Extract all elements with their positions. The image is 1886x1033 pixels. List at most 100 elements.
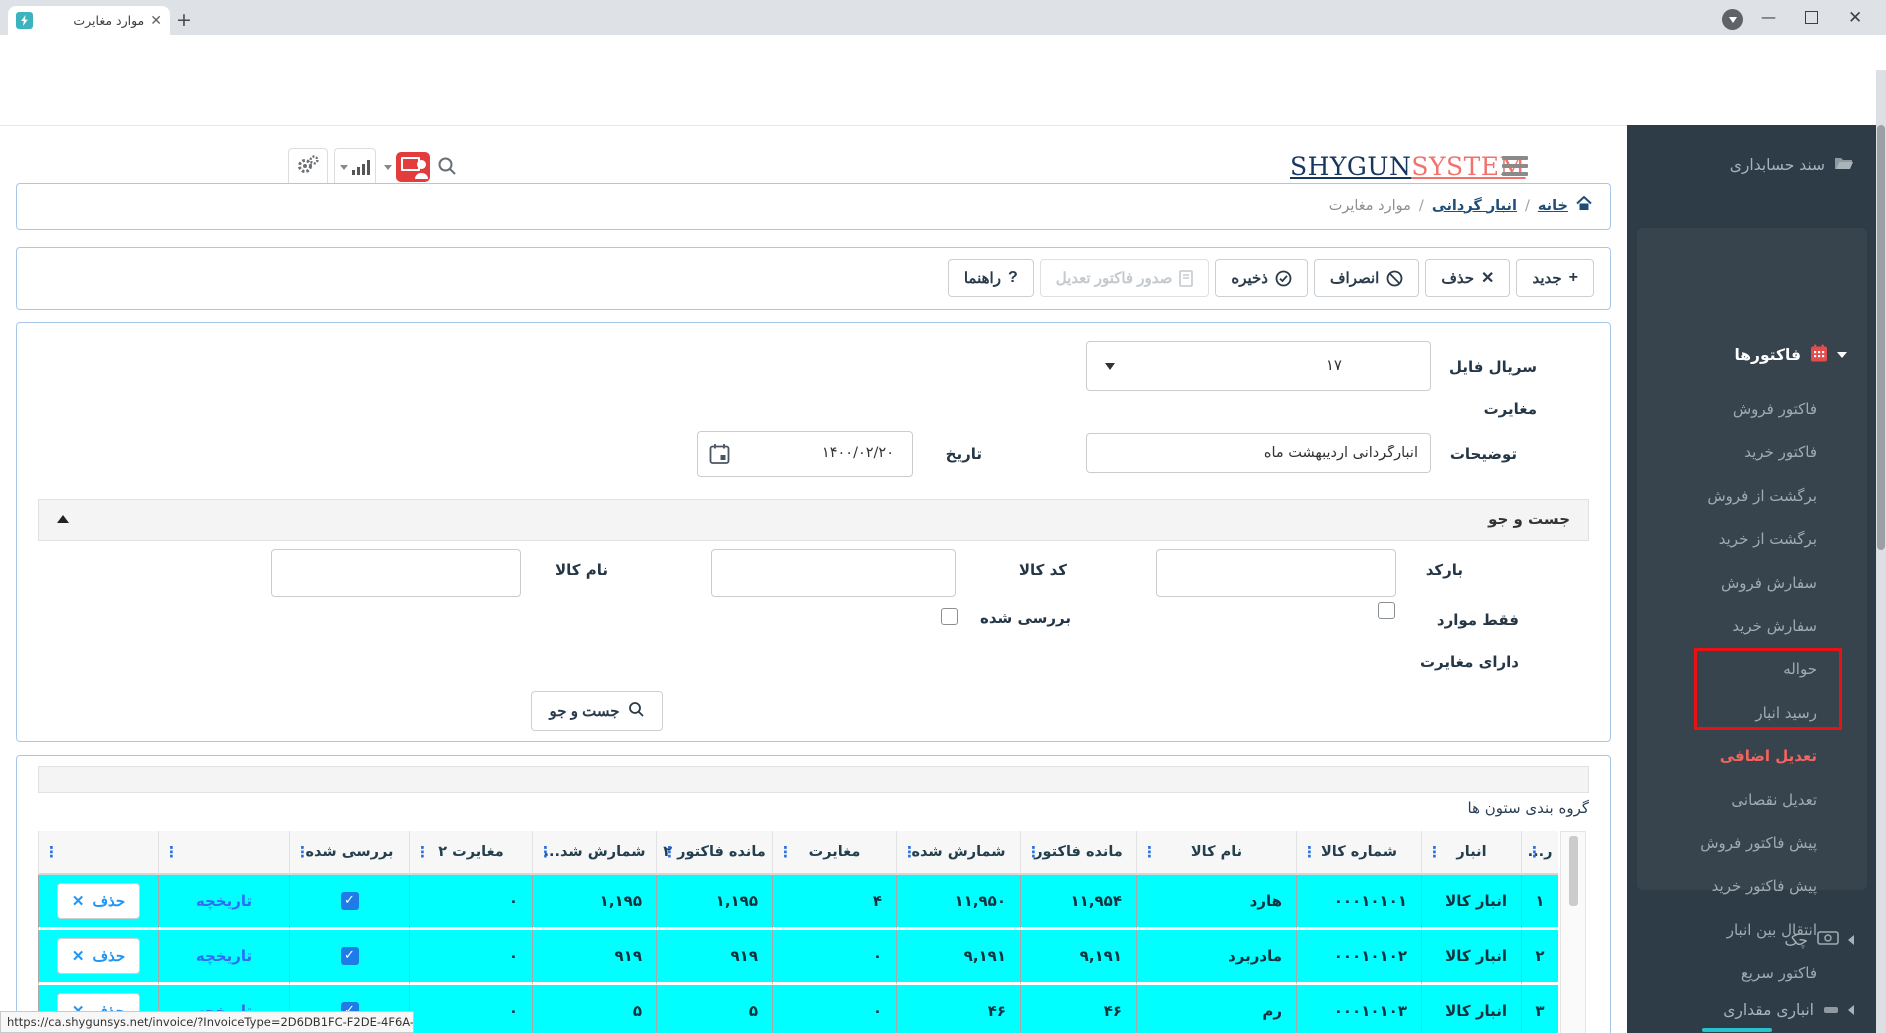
column-header-history[interactable]: ⋮ [158, 831, 289, 875]
sidebar-item-4[interactable]: سفارش فروش [1721, 574, 1817, 592]
column-header-remain2[interactable]: ⋮مانده فاکتور ۲ [656, 831, 772, 875]
item-code-input[interactable] [711, 549, 956, 597]
delete-button[interactable]: ✕حذف [1425, 259, 1510, 297]
date-label: تاریخ [922, 445, 982, 463]
sidebar-item-accounting-doc[interactable]: سند حسابداری [1627, 150, 1876, 180]
cell-remain2: ۹۱۹ [656, 930, 772, 985]
column-header-name[interactable]: ⋮نام کالا [1136, 831, 1296, 875]
description-label: توضیحات [1437, 445, 1517, 463]
calendar-icon[interactable] [709, 443, 730, 469]
cell-remain: ۹,۱۹۱ [1020, 930, 1136, 985]
column-header-reviewed[interactable]: ⋮بررسی شده [289, 831, 409, 875]
reviewed-checkbox[interactable] [941, 608, 958, 625]
sidebar-item-13[interactable]: فاکتور سریع [1741, 964, 1817, 982]
help-button[interactable]: ?راهنما [948, 259, 1034, 297]
cell-diff: ۰ [772, 930, 896, 985]
sidebar-item-3[interactable]: برگشت از خرید [1719, 530, 1817, 548]
window-minimize-button[interactable]: — [1761, 8, 1776, 26]
sidebar: سند حسابداری فاکتورها فاکتور فروش فاکتور … [1627, 125, 1876, 1033]
column-menu-icon[interactable]: ⋮ [164, 843, 179, 861]
remote-support-dropdown-button[interactable] [382, 148, 432, 186]
new-tab-button[interactable]: + [176, 9, 192, 31]
window-close-button[interactable]: ✕ [1848, 8, 1862, 28]
row-delete-button[interactable]: حذف✕ [57, 883, 140, 919]
search-section-header[interactable]: جست و جو [38, 499, 1589, 541]
save-button[interactable]: ذخیره [1215, 259, 1308, 297]
column-menu-icon[interactable]: ⋮ [1302, 843, 1317, 861]
reviewed-checkbox-checked[interactable]: ✓ [341, 947, 359, 965]
column-header-counted2[interactable]: ⋮شمارش شد... [532, 831, 656, 875]
sidebar-item-8[interactable]: تعدیل اضافی [1720, 747, 1817, 765]
column-header-store[interactable]: ⋮انبار [1421, 831, 1521, 875]
column-header-del[interactable]: ⋮ [38, 831, 158, 875]
item-name-input[interactable] [271, 549, 521, 597]
sidebar-item-quantity-inventory[interactable]: انباری مقداری [1627, 995, 1876, 1025]
column-header-diff2[interactable]: ⋮مغایرت ۲ [409, 831, 532, 875]
column-menu-icon[interactable]: ⋮ [1427, 843, 1442, 861]
column-menu-icon[interactable]: ⋮ [1527, 843, 1542, 861]
cell-diff2: ۰ [409, 930, 532, 985]
column-header-code[interactable]: ⋮شماره کالا [1296, 831, 1421, 875]
barcode-input[interactable] [1156, 549, 1396, 597]
column-menu-icon[interactable]: ⋮ [902, 843, 917, 861]
window-maximize-button[interactable] [1805, 11, 1818, 24]
date-value: ۱۴۰۰/۰۲/۲۰ [822, 445, 894, 461]
column-menu-icon[interactable]: ⋮ [1026, 843, 1041, 861]
sidebar-group-invoices[interactable]: فاکتورها [1637, 340, 1867, 370]
sidebar-item-cheque[interactable]: ۱ چک [1627, 925, 1876, 955]
tab-close-icon[interactable]: ✕ [150, 13, 162, 29]
sidebar-item-11[interactable]: پیش فاکتور خرید [1712, 877, 1817, 895]
sidebar-item-10[interactable]: پیش فاکتور فروش [1700, 834, 1817, 852]
search-button[interactable]: جست و جو [531, 691, 663, 731]
sidebar-item-5[interactable]: سفارش خرید [1732, 617, 1817, 635]
column-menu-icon[interactable]: ⋮ [778, 843, 793, 861]
page-scrollbar[interactable] [1876, 70, 1886, 1033]
settings-button[interactable] [288, 148, 328, 186]
browser-tab[interactable]: موارد مغایرت ✕ [8, 6, 170, 35]
only-diff-label: فقط موارد دارای مغایرت [1401, 599, 1519, 683]
column-menu-icon[interactable]: ⋮ [538, 843, 553, 861]
issue-adjustment-invoice-button[interactable]: صدور فاکتور تعدیل [1040, 259, 1210, 297]
description-input[interactable] [1086, 433, 1431, 473]
row-delete-button[interactable]: حذف✕ [57, 938, 140, 974]
header-search-icon[interactable] [437, 156, 457, 180]
reviewed-checkbox-checked[interactable]: ✓ [341, 892, 359, 910]
history-link[interactable]: تاریخچه [196, 892, 252, 910]
browser-update-icon[interactable] [1722, 9, 1743, 30]
app-logo[interactable]: SHYGUNSYSTEM [1290, 152, 1485, 181]
column-header-rownum[interactable]: ⋮ر... [1521, 831, 1558, 875]
collapse-triangle-icon[interactable] [57, 515, 69, 523]
sidebar-item-9[interactable]: تعدیل نقصانی [1731, 791, 1817, 809]
breadcrumb-home-link[interactable]: خانه [1538, 198, 1568, 214]
home-icon[interactable] [1576, 196, 1592, 215]
hamburger-menu-icon[interactable] [1502, 156, 1528, 180]
cell-rownum: ۲ [1521, 930, 1558, 985]
sidebar-item-1[interactable]: فاکتور خرید [1744, 443, 1817, 461]
column-menu-icon[interactable]: ⋮ [662, 843, 677, 861]
sidebar-item-2[interactable]: برگشت از فروش [1707, 487, 1817, 505]
column-header-remain[interactable]: ⋮مانده فاکتور [1020, 831, 1136, 875]
cancel-button[interactable]: انصراف [1314, 259, 1419, 297]
only-diff-checkbox[interactable] [1378, 602, 1395, 619]
serial-file-select[interactable]: ۱۷ [1086, 341, 1431, 391]
sidebar-item-0[interactable]: فاکتور فروش [1733, 400, 1817, 418]
group-panel-label[interactable]: گروه بندی ستون ها [1017, 799, 1589, 817]
column-menu-icon[interactable]: ⋮ [1142, 843, 1157, 861]
date-input[interactable]: ۱۴۰۰/۰۲/۲۰ [697, 431, 913, 477]
column-menu-icon[interactable]: ⋮ [295, 843, 310, 861]
column-menu-icon[interactable]: ⋮ [415, 843, 430, 861]
grid-scrollbar[interactable] [1560, 831, 1586, 1033]
column-menu-icon[interactable]: ⋮ [44, 843, 59, 861]
column-label: شمارش شد... [544, 844, 646, 860]
scrollbar-thumb[interactable] [1877, 125, 1885, 550]
new-button[interactable]: +جدید [1516, 259, 1594, 297]
column-header-diff[interactable]: ⋮مغایرت [772, 831, 896, 875]
cell-name: هارد [1136, 875, 1296, 930]
reports-dropdown-button[interactable] [334, 148, 376, 186]
chevron-left-icon [1848, 1005, 1854, 1015]
inventory-icon [1823, 1001, 1839, 1019]
column-header-counted[interactable]: ⋮شمارش شده [896, 831, 1020, 875]
remote-support-icon [396, 152, 430, 182]
breadcrumb-section-link[interactable]: انبار گردانی [1432, 198, 1517, 214]
history-link[interactable]: تاریخچه [196, 947, 252, 965]
